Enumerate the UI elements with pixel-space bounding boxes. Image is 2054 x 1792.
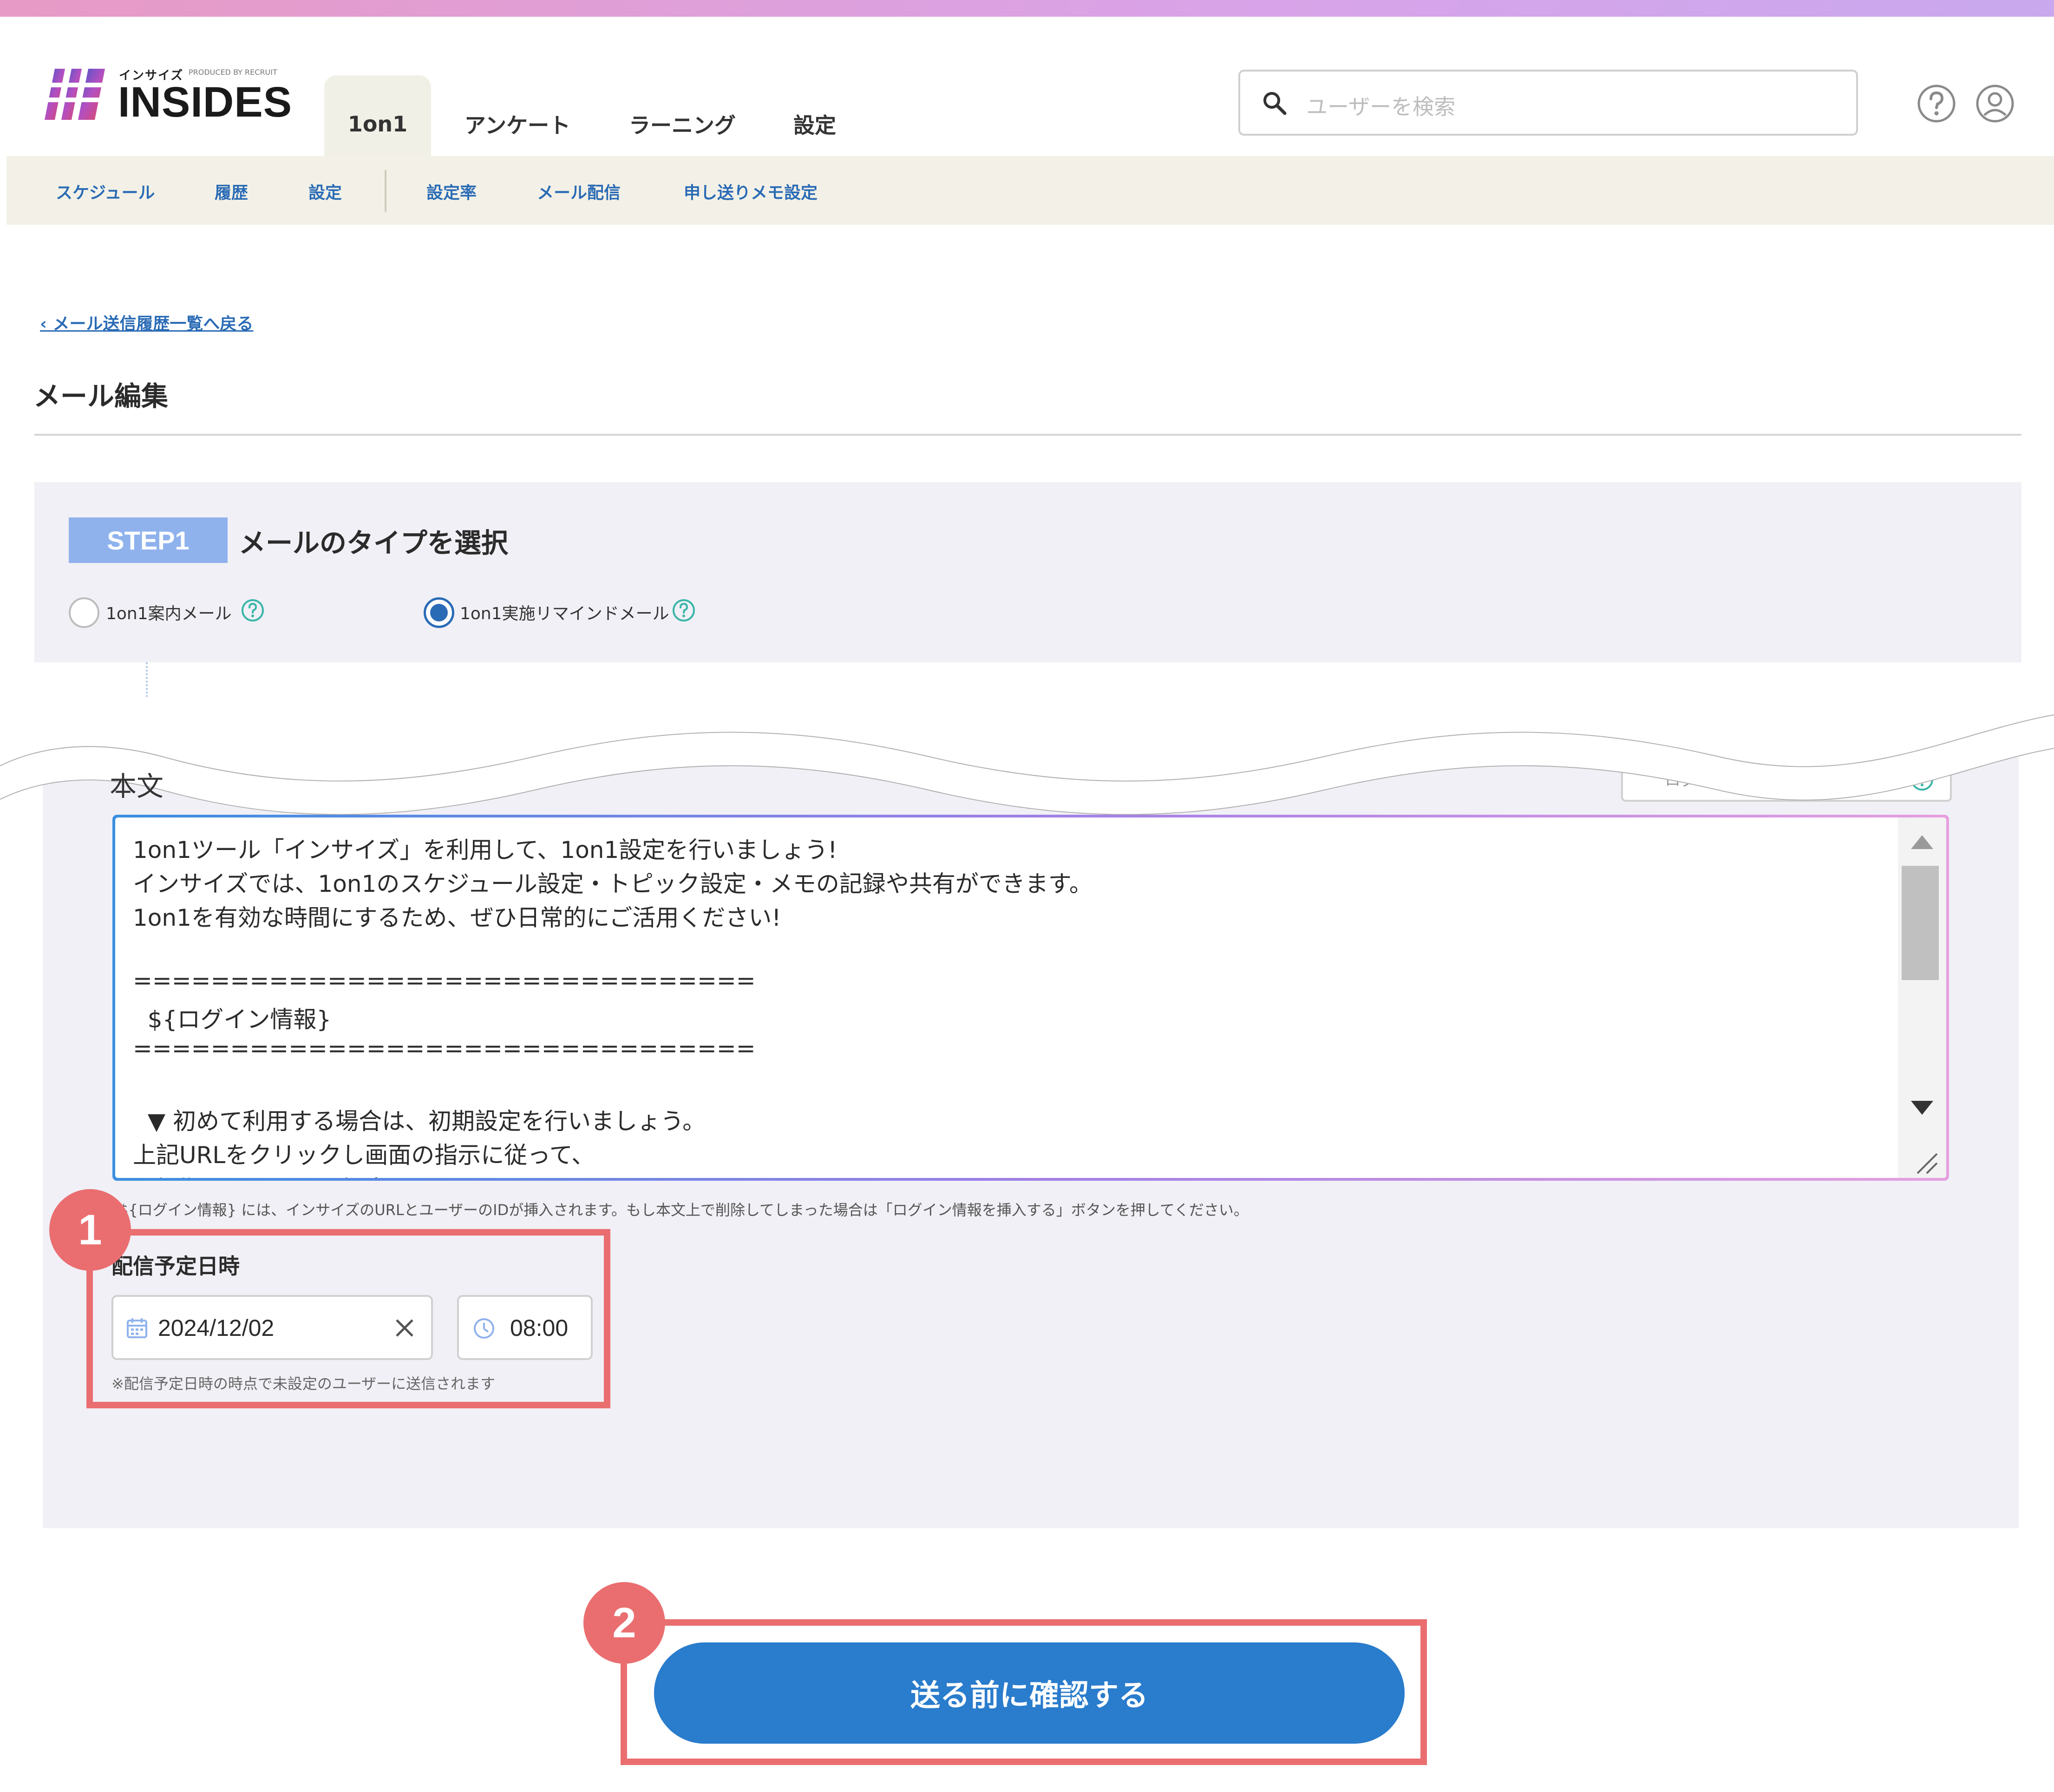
section-break-wave (0, 697, 2054, 815)
body-line: インサイズでは、1on1のスケジュール設定・トピック設定・メモの記録や共有ができ… (133, 870, 1092, 897)
confirm-before-send-button[interactable]: 送る前に確認する (654, 1642, 1405, 1744)
account-icon[interactable] (1975, 84, 2015, 124)
radio-guide-mail-label[interactable]: 1on1案内メール (106, 600, 232, 624)
logo-produced-by: PRODUCED BY RECRUIT (189, 68, 277, 77)
back-link[interactable]: ‹ メール送信履歴一覧へ戻る (40, 310, 253, 334)
insides-logo-mark-icon (45, 69, 105, 120)
body-line: ▼ 初めて利用する場合は、初期設定を行いましょう。 (133, 1108, 706, 1135)
app-header: インサイズ PRODUCED BY RECRUIT INSIDES 1on1 ア… (7, 17, 2054, 173)
resize-handle-icon[interactable] (1913, 1149, 1939, 1175)
body-line: ${ログイン情報} (133, 1006, 332, 1033)
help-icon[interactable] (1917, 84, 1956, 124)
radio-guide-mail[interactable] (69, 597, 99, 628)
body-line: 1on1を有効な時間にするため、ぜひ日常的にご活用ください! (133, 904, 781, 931)
subnav-setting-rate[interactable]: 設定率 (426, 179, 477, 203)
body-label: 本文 (110, 771, 164, 802)
subnav-divider (385, 170, 386, 212)
title-divider (34, 434, 2021, 436)
question-circle-icon[interactable] (672, 598, 696, 622)
login-info-note: ${ログイン情報} には、インサイズのURLとユーザーのIDが挿入されます。もし… (119, 1201, 1249, 1219)
subnav-handover-memo-settings[interactable]: 申し送りメモ設定 (684, 179, 818, 203)
back-link-label: メール送信履歴一覧へ戻る (52, 314, 254, 334)
textarea-scrollbar[interactable] (1898, 818, 1946, 1178)
user-search-box[interactable]: ユーザーを検索 (1238, 70, 1858, 136)
scroll-up-arrow-icon[interactable] (1911, 835, 1933, 849)
insides-logo[interactable]: インサイズ PRODUCED BY RECRUIT INSIDES (45, 55, 292, 129)
step1-title: メールのタイプを選択 (239, 527, 509, 559)
search-icon (1263, 92, 1287, 115)
radio-reminder-mail-label[interactable]: 1on1実施リマインドメール (460, 600, 669, 624)
question-circle-icon[interactable] (241, 598, 265, 622)
scrollbar-thumb[interactable] (1902, 866, 1939, 980)
subnav-schedule[interactable]: スケジュール (56, 179, 155, 203)
step1-card: STEP1 メールのタイプを選択 1on1案内メール 1on1実施リマインドメー… (34, 482, 2021, 662)
body-line: 1on1ツール「インサイズ」を利用して、1on1設定を行いましょう! (133, 837, 837, 863)
sub-navigation: スケジュール 履歴 設定 設定率 メール配信 申し送りメモ設定 (7, 156, 2054, 225)
annotation-badge-1: 1 (49, 1189, 131, 1271)
subnav-settings[interactable]: 設定 (308, 179, 342, 203)
annotation-badge-2: 2 (583, 1582, 665, 1664)
logo-wordmark: INSIDES (118, 78, 293, 126)
mail-body-textarea[interactable]: 1on1ツール「インサイズ」を利用して、1on1設定を行いましょう! インサイズ… (112, 815, 1949, 1181)
body-line: ・初期パスワードの設定 (133, 1171, 388, 1178)
body-line: ================================ (133, 967, 756, 994)
highlight-box-1 (86, 1229, 610, 1408)
subnav-mail-delivery[interactable]: メール配信 (537, 179, 621, 203)
body-line: ================================ (133, 1035, 756, 1062)
top-gradient-bar (0, 0, 2054, 17)
step1-badge: STEP1 (69, 517, 228, 563)
mail-body-text[interactable]: 1on1ツール「インサイズ」を利用して、1on1設定を行いましょう! インサイズ… (115, 818, 1946, 1178)
search-input[interactable]: ユーザーを検索 (1306, 90, 1455, 121)
body-line: 上記URLをクリックし画面の指示に従って、 (133, 1142, 595, 1169)
scroll-down-arrow-icon[interactable] (1911, 1101, 1933, 1115)
radio-reminder-mail[interactable] (424, 597, 454, 628)
page-title: メール編集 (33, 380, 169, 412)
subnav-history[interactable]: 履歴 (215, 179, 248, 203)
